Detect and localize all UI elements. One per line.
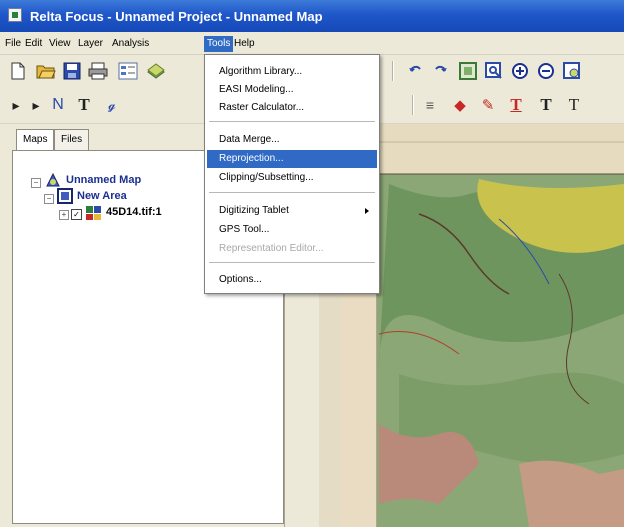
tree-layer-node[interactable]: 45D14.tif:1 — [106, 206, 162, 218]
layer-name: 45D14.tif:1 — [106, 206, 162, 218]
edit-vertex-icon[interactable]: 𝓰 — [100, 94, 124, 116]
zoom-out-icon[interactable] — [534, 60, 558, 82]
menu-separator — [209, 192, 375, 193]
collapse-map-icon[interactable]: − — [31, 178, 41, 188]
menu-item-representation-editor: Representation Editor... — [219, 243, 324, 254]
submenu-arrow-icon — [365, 208, 369, 214]
select-icon[interactable]: ▸ — [24, 94, 48, 116]
zoom-in-icon[interactable] — [508, 60, 532, 82]
tools-menu: Algorithm Library... EASI Modeling... Ra… — [204, 54, 380, 294]
tree-area-node[interactable]: New Area — [77, 190, 127, 202]
menu-bar: File Edit View Layer Analysis Tools Help — [0, 32, 624, 55]
tab-files[interactable]: Files — [54, 129, 90, 150]
app-icon — [8, 8, 22, 22]
add-layer-icon[interactable] — [144, 60, 168, 82]
menu-item-options[interactable]: Options... — [207, 271, 377, 289]
text-style-icon[interactable]: T — [534, 94, 558, 116]
map-icon — [46, 172, 60, 187]
fill-color-icon[interactable]: ◆ — [448, 94, 472, 116]
menu-layer[interactable]: Layer — [75, 36, 106, 52]
map-name: Unnamed Map — [66, 174, 142, 186]
menu-file[interactable]: File — [2, 36, 24, 52]
menu-item-easi-modeling[interactable]: EASI Modeling... — [207, 81, 377, 99]
line-color-icon[interactable]: ✎ — [476, 94, 500, 116]
tab-maps[interactable]: Maps — [16, 129, 55, 150]
zoom-box-icon[interactable] — [482, 60, 506, 82]
menu-item-raster-calculator[interactable]: Raster Calculator... — [207, 99, 377, 117]
menu-item-clipping-subsetting[interactable]: Clipping/Subsetting... — [207, 169, 377, 187]
new-icon[interactable] — [6, 60, 30, 82]
collapse-area-icon[interactable]: − — [44, 194, 54, 204]
title-bar: Relta Focus - Unnamed Project - Unnamed … — [0, 0, 624, 32]
window-title: Relta Focus - Unnamed Project - Unnamed … — [30, 9, 323, 24]
menu-separator — [209, 121, 375, 122]
layer-visibility-checkbox[interactable]: ✓ — [71, 209, 82, 220]
tree-map-node[interactable]: Unnamed Map — [66, 174, 141, 186]
menu-separator — [209, 262, 375, 263]
digitizing-tablet-label: Digitizing Tablet — [219, 205, 289, 216]
menu-view[interactable]: View — [46, 36, 74, 52]
redo-icon[interactable] — [428, 60, 452, 82]
line-style-icon[interactable]: ≡ — [418, 94, 442, 116]
menu-help[interactable]: Help — [231, 36, 258, 52]
menu-item-gps-tool[interactable]: GPS Tool... — [207, 221, 377, 239]
zoom-extent-icon[interactable] — [456, 60, 480, 82]
open-icon[interactable] — [34, 60, 58, 82]
print-icon[interactable] — [86, 60, 110, 82]
menu-item-algorithm-library[interactable]: Algorithm Library... — [207, 63, 377, 81]
area-icon — [57, 188, 73, 204]
menu-analysis[interactable]: Analysis — [109, 36, 152, 52]
text-icon[interactable]: T — [72, 94, 96, 116]
menu-edit[interactable]: Edit — [22, 36, 45, 52]
zoom-layer-icon[interactable] — [560, 60, 584, 82]
area-name: New Area — [77, 190, 127, 202]
save-icon[interactable] — [60, 60, 84, 82]
menu-item-digitizing-tablet[interactable]: Digitizing Tablet — [207, 202, 377, 220]
menu-item-data-merge[interactable]: Data Merge... — [207, 131, 377, 149]
menu-item-reprojection[interactable]: Reprojection... — [207, 150, 377, 168]
undo-icon[interactable] — [404, 60, 428, 82]
layer-list-icon[interactable] — [116, 60, 140, 82]
text-color-icon[interactable]: T — [504, 94, 528, 116]
polyline-icon[interactable]: N — [46, 94, 70, 116]
font-icon[interactable]: T — [562, 94, 586, 116]
menu-tools[interactable]: Tools — [204, 36, 234, 52]
raster-layer-icon — [86, 206, 101, 220]
expand-layer-icon[interactable]: + — [59, 210, 69, 220]
